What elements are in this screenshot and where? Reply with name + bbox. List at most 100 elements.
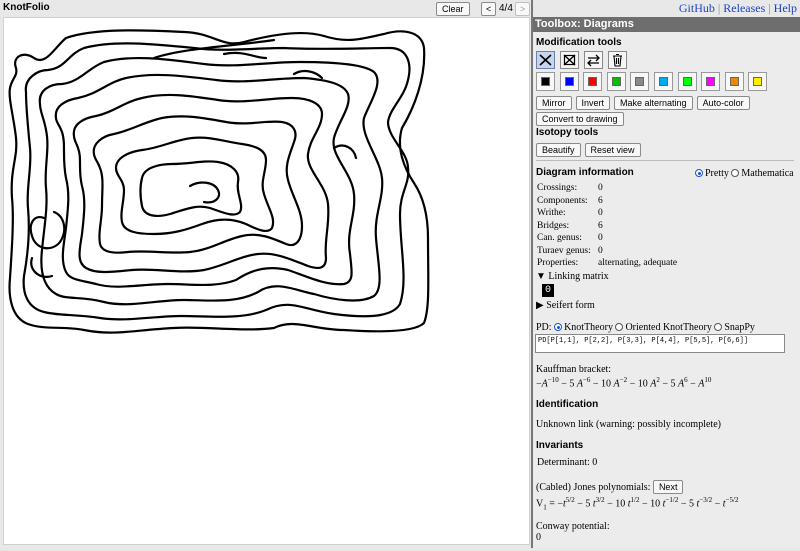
- pretty-label: Pretty: [705, 168, 729, 179]
- oriented-knottheory-radio[interactable]: [615, 323, 624, 331]
- jones-label: (Cabled) Jones polynomials:: [536, 482, 651, 493]
- top-bar: KnotFolio Clear < 4/4 >: [0, 0, 532, 17]
- link-component: [29, 210, 66, 278]
- identification-text: Unknown link (warning: possibly incomple…: [536, 419, 721, 430]
- seifert-form-toggle[interactable]: ▶ Seifert form: [536, 300, 595, 311]
- info-key: Crossings:: [537, 183, 578, 193]
- crossing-tool-button[interactable]: [536, 51, 555, 69]
- seifert-form-label: Seifert form: [546, 300, 595, 311]
- link-component: [8, 29, 430, 334]
- color-swatch-green[interactable]: [606, 72, 626, 91]
- color-swatch-blue[interactable]: [559, 72, 579, 91]
- conway-value: 0: [536, 532, 541, 543]
- swatch-color: [706, 77, 716, 86]
- clear-button[interactable]: Clear: [436, 2, 470, 16]
- info-value: alternating, adequate: [598, 258, 678, 268]
- link-component: [54, 73, 356, 288]
- convert-to-drawing-button[interactable]: Convert to drawing: [536, 112, 624, 126]
- info-value: 6: [598, 196, 603, 206]
- reset-view-button[interactable]: Reset view: [584, 143, 641, 157]
- pd-code-field[interactable]: PD[P[1,1], P[2,2], P[3,3], P[4,4], P[5,5…: [535, 334, 785, 353]
- linking-matrix-value: 0: [542, 284, 555, 297]
- info-row-crossings: Crossings: 0: [537, 183, 603, 193]
- identification-title: Identification: [536, 399, 599, 410]
- linking-matrix-toggle[interactable]: ▼ Linking matrix: [536, 271, 609, 282]
- erase-crossing-icon: [563, 54, 576, 66]
- conway-label: Conway potential:: [536, 521, 610, 532]
- invert-button[interactable]: Invert: [575, 96, 611, 110]
- beautify-button[interactable]: Beautify: [536, 143, 581, 157]
- link-component: [139, 160, 243, 217]
- pretty-radio[interactable]: [695, 169, 703, 177]
- jones-polynomial-value: V1 = −t5/2 − 5 t3/2 − 10 t1/2 − 10 t−1/2…: [536, 496, 739, 512]
- swatch-color: [682, 77, 692, 86]
- toolbox-panel: Modification tools Mirror Invert Make al…: [533, 32, 800, 548]
- info-key: Can. genus:: [537, 233, 582, 243]
- determinant-row: Determinant: 0: [537, 457, 597, 468]
- next-page-button[interactable]: >: [515, 2, 531, 16]
- diagram-canvas[interactable]: [3, 17, 530, 545]
- trash-button[interactable]: [608, 51, 627, 69]
- expand-triangle-icon: ▼: [536, 271, 546, 282]
- swatch-color: [753, 77, 763, 86]
- kauffman-label: Kauffman bracket:: [536, 364, 612, 375]
- display-mode-toggle: Pretty Mathematica: [695, 168, 794, 179]
- swatch-color: [564, 77, 574, 86]
- swap-button[interactable]: [584, 51, 603, 69]
- color-swatch-lime[interactable]: [677, 72, 697, 91]
- color-swatch-orange[interactable]: [724, 72, 744, 91]
- info-value: 0: [598, 246, 603, 256]
- color-swatch-gray[interactable]: [630, 72, 650, 91]
- divider-line: [536, 160, 794, 161]
- swatch-color: [611, 77, 621, 86]
- info-value: 0: [598, 233, 603, 243]
- color-swatch-cyan[interactable]: [653, 72, 673, 91]
- info-value: 6: [598, 221, 603, 231]
- info-key: Properties:: [537, 258, 579, 268]
- mirror-button[interactable]: Mirror: [536, 96, 572, 110]
- knot-diagram: [8, 29, 430, 334]
- info-row-properties: Properties: alternating, adequate: [537, 258, 677, 268]
- crossing-tool-icon: [539, 54, 552, 66]
- app-title: KnotFolio: [3, 2, 50, 13]
- info-row-turaev-genus: Turaev genus: 0: [537, 246, 603, 256]
- swatch-color: [588, 77, 598, 86]
- info-row-writhe: Writhe: 0: [537, 208, 603, 218]
- info-key: Turaev genus:: [537, 246, 591, 256]
- kauffman-bracket-value: −A−10 − 5 A−6 − 10 A−2 − 10 A2 − 5 A6 − …: [536, 376, 712, 390]
- swatch-color: [729, 77, 739, 86]
- swatch-color: [658, 77, 668, 86]
- diagram-info-title: Diagram information: [536, 167, 634, 178]
- invariants-title: Invariants: [536, 440, 584, 451]
- prev-page-button[interactable]: <: [481, 2, 497, 16]
- color-swatch-magenta[interactable]: [701, 72, 721, 91]
- info-row-components: Components: 6: [537, 196, 603, 206]
- color-swatch-red[interactable]: [583, 72, 603, 91]
- knottheory-radio[interactable]: [554, 323, 563, 331]
- page-counter: 4/4: [499, 3, 513, 14]
- link-separator: |: [768, 1, 771, 15]
- info-value: 0: [598, 208, 603, 218]
- github-link[interactable]: GitHub: [679, 1, 715, 15]
- oriented-knottheory-label: Oriented KnotTheory: [625, 322, 712, 333]
- collapse-triangle-icon: ▶: [536, 300, 544, 311]
- releases-link[interactable]: Releases: [723, 1, 765, 15]
- make-alternating-button[interactable]: Make alternating: [614, 96, 693, 110]
- trash-icon: [613, 53, 622, 67]
- tool-row: [536, 51, 628, 69]
- color-swatch-yellow[interactable]: [748, 72, 768, 91]
- pd-label: PD:: [536, 322, 552, 333]
- mathematica-radio[interactable]: [731, 169, 740, 177]
- color-swatch-black[interactable]: [536, 72, 555, 91]
- erase-crossing-button[interactable]: [560, 51, 579, 69]
- info-key: Bridges:: [537, 221, 570, 231]
- mathematica-label: Mathematica: [741, 168, 794, 179]
- help-link[interactable]: Help: [774, 1, 797, 15]
- color-swatches: [536, 72, 768, 91]
- snappy-radio[interactable]: [714, 323, 723, 331]
- info-row-bridges: Bridges: 6: [537, 221, 603, 231]
- toolbox-header: Toolbox: Diagrams: [533, 17, 800, 32]
- auto-color-button[interactable]: Auto-color: [696, 96, 750, 110]
- next-jones-button[interactable]: Next: [652, 480, 684, 494]
- info-value: 0: [598, 183, 603, 193]
